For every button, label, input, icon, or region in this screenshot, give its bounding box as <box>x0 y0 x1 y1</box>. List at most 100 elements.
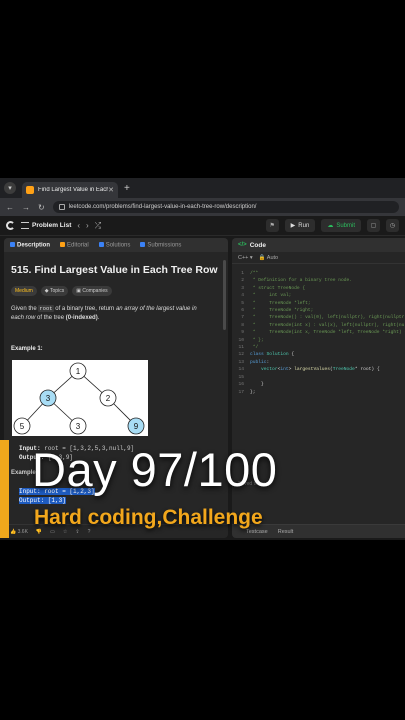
code-line: 8 * TreeNode(int x) : val(x), left(nullp… <box>232 322 405 329</box>
line-number: 2 <box>241 278 244 284</box>
leetcode-header: Problem List ‹ › ⤮ ⚑ ▶ Run ☁ Submit ▢ ◷ <box>0 216 405 236</box>
code-line: 16 } <box>232 381 405 388</box>
code-line: 7 * TreeNode() : val(0), left(nullptr), … <box>232 314 405 321</box>
code-line: 14 vector < int > largestValues(TreeNode * r… <box>232 366 405 373</box>
problem-tags: Medium ◆ Topics ▣ Companies <box>11 286 112 296</box>
browser-tab-strip: ▾ Find Largest Value in Each Tree ✕ + <box>0 178 405 198</box>
code-token: largestValues <box>294 367 330 373</box>
line-number: 15 <box>238 374 244 380</box>
line-number: 10 <box>238 337 244 343</box>
code-token: * struct TreeNode { <box>250 285 306 291</box>
tree-node-label: 1 <box>76 367 81 376</box>
code-line: 12 class Solution { <box>232 351 405 358</box>
example-1-heading: Example 1: <box>11 346 43 352</box>
code-token: * }; <box>250 337 264 343</box>
code-line: 9 * TreeNode(int x, TreeNode *left, Tree… <box>232 329 405 336</box>
notes-icon[interactable]: ▢ <box>367 219 380 232</box>
prev-problem-icon[interactable]: ‹ <box>77 221 80 230</box>
code-tab-label: Code <box>249 241 266 249</box>
line-number: 4 <box>241 293 244 299</box>
code-tab[interactable]: </> Code <box>232 238 405 252</box>
tree-node-label: 5 <box>20 422 25 431</box>
line-number: 8 <box>241 322 244 328</box>
code-token: : <box>266 359 270 365</box>
upload-icon: ☁ <box>327 223 334 229</box>
shuffle-icon[interactable]: ⤮ <box>95 221 101 231</box>
code-line: 5 * TreeNode *left; <box>232 300 405 307</box>
root-code: root <box>38 305 54 312</box>
solutions-icon <box>98 241 104 247</box>
tab-editorial[interactable]: Editorial <box>60 241 89 248</box>
code-line: 2 * Definition for a binary tree node. <box>232 277 405 284</box>
tab-test-result[interactable]: Result <box>278 529 294 535</box>
reload-icon[interactable]: ↻ <box>38 203 45 212</box>
submissions-icon <box>140 241 146 247</box>
problem-list-button[interactable]: Problem List <box>21 222 71 229</box>
debug-icon[interactable]: ⚑ <box>265 219 279 232</box>
like-button[interactable]: 👍 3.6K <box>10 529 28 535</box>
list-icon <box>21 222 29 229</box>
tab-submissions[interactable]: Submissions <box>140 241 181 248</box>
left-pane-tabs: Description Editorial Solutions Submissi… <box>4 238 228 252</box>
editor-toolbar: C++ ▾ 🔒 Auto <box>232 252 405 264</box>
new-tab-button[interactable]: + <box>124 183 130 194</box>
leetcode-logo-icon[interactable] <box>6 221 15 230</box>
problem-description: Given the root of a binary tree, return … <box>11 305 197 321</box>
code-icon: </> <box>238 242 247 248</box>
code-editor[interactable]: 1/** 2 * Definition for a binary tree nod… <box>232 270 405 396</box>
description-icon <box>10 241 15 247</box>
example-tree-image: 1 3 2 5 3 9 <box>12 360 148 436</box>
language-select[interactable]: C++ ▾ <box>238 255 253 261</box>
submit-label: Submit <box>336 222 355 229</box>
code-line: 3 * struct TreeNode { <box>232 285 405 292</box>
companies-chip[interactable]: ▣ Companies <box>72 286 112 296</box>
code-token: * int val; <box>250 293 292 299</box>
code-token: */ <box>250 345 259 351</box>
code-line: 13 public: <box>232 359 405 366</box>
url-field[interactable]: leetcode.com/problems/find-largest-value… <box>52 201 399 213</box>
code-token: { <box>288 352 295 358</box>
description-scrollbar[interactable] <box>223 260 226 330</box>
next-problem-icon[interactable]: › <box>86 221 89 230</box>
back-icon[interactable]: ← <box>6 203 14 212</box>
code-token: /** <box>250 271 259 276</box>
forward-icon[interactable]: → <box>22 203 30 212</box>
tab-search-icon[interactable]: ▾ <box>4 182 16 194</box>
lock-icon: 🔒 <box>258 254 267 261</box>
close-tab-icon[interactable]: ✕ <box>108 186 114 194</box>
editorial-icon <box>60 241 66 247</box>
tab-description[interactable]: Description <box>10 241 50 248</box>
timer-icon[interactable]: ◷ <box>386 219 399 232</box>
line-number: 7 <box>241 315 244 321</box>
code-line: 11 */ <box>232 344 405 351</box>
problem-title[interactable]: 515. Find Largest Value in Each Tree Row <box>11 264 218 276</box>
challenge-caption: Hard coding,Challenge <box>34 506 263 529</box>
accent-bar <box>0 440 9 538</box>
code-token: * TreeNode(int x) : val(x), left(nullptr… <box>252 322 405 328</box>
tree-node-label: 3 <box>46 394 51 403</box>
submit-button[interactable]: ☁ Submit <box>321 219 361 232</box>
code-line: 15 <box>232 374 405 381</box>
code-token: }; <box>250 389 256 395</box>
browser-tab[interactable]: Find Largest Value in Each Tree ✕ <box>22 182 118 198</box>
tab-solutions[interactable]: Solutions <box>98 241 130 248</box>
line-number: 11 <box>238 345 244 351</box>
code-token: Solution <box>266 352 289 358</box>
line-number: 13 <box>238 359 244 365</box>
browser-tab-title: Find Largest Value in Each Tree <box>38 187 109 193</box>
tree-node-label: 2 <box>106 394 111 403</box>
url-text: leetcode.com/problems/find-largest-value… <box>68 204 257 210</box>
code-line: 4 * int val; <box>232 292 405 299</box>
topics-chip[interactable]: ◆ Topics <box>40 286 69 296</box>
line-number: 14 <box>238 367 244 373</box>
line-number: 1 <box>241 271 244 276</box>
play-icon: ▶ <box>290 223 296 229</box>
site-info-icon[interactable] <box>58 204 65 210</box>
line-number: 5 <box>241 300 244 306</box>
code-token: * Definition for a binary tree node. <box>250 278 352 284</box>
line-number: 9 <box>241 330 244 336</box>
run-button[interactable]: ▶ Run <box>284 219 316 232</box>
difficulty-badge: Medium <box>11 286 37 296</box>
auto-mode[interactable]: 🔒 Auto <box>259 255 278 261</box>
code-token: } <box>250 382 264 388</box>
